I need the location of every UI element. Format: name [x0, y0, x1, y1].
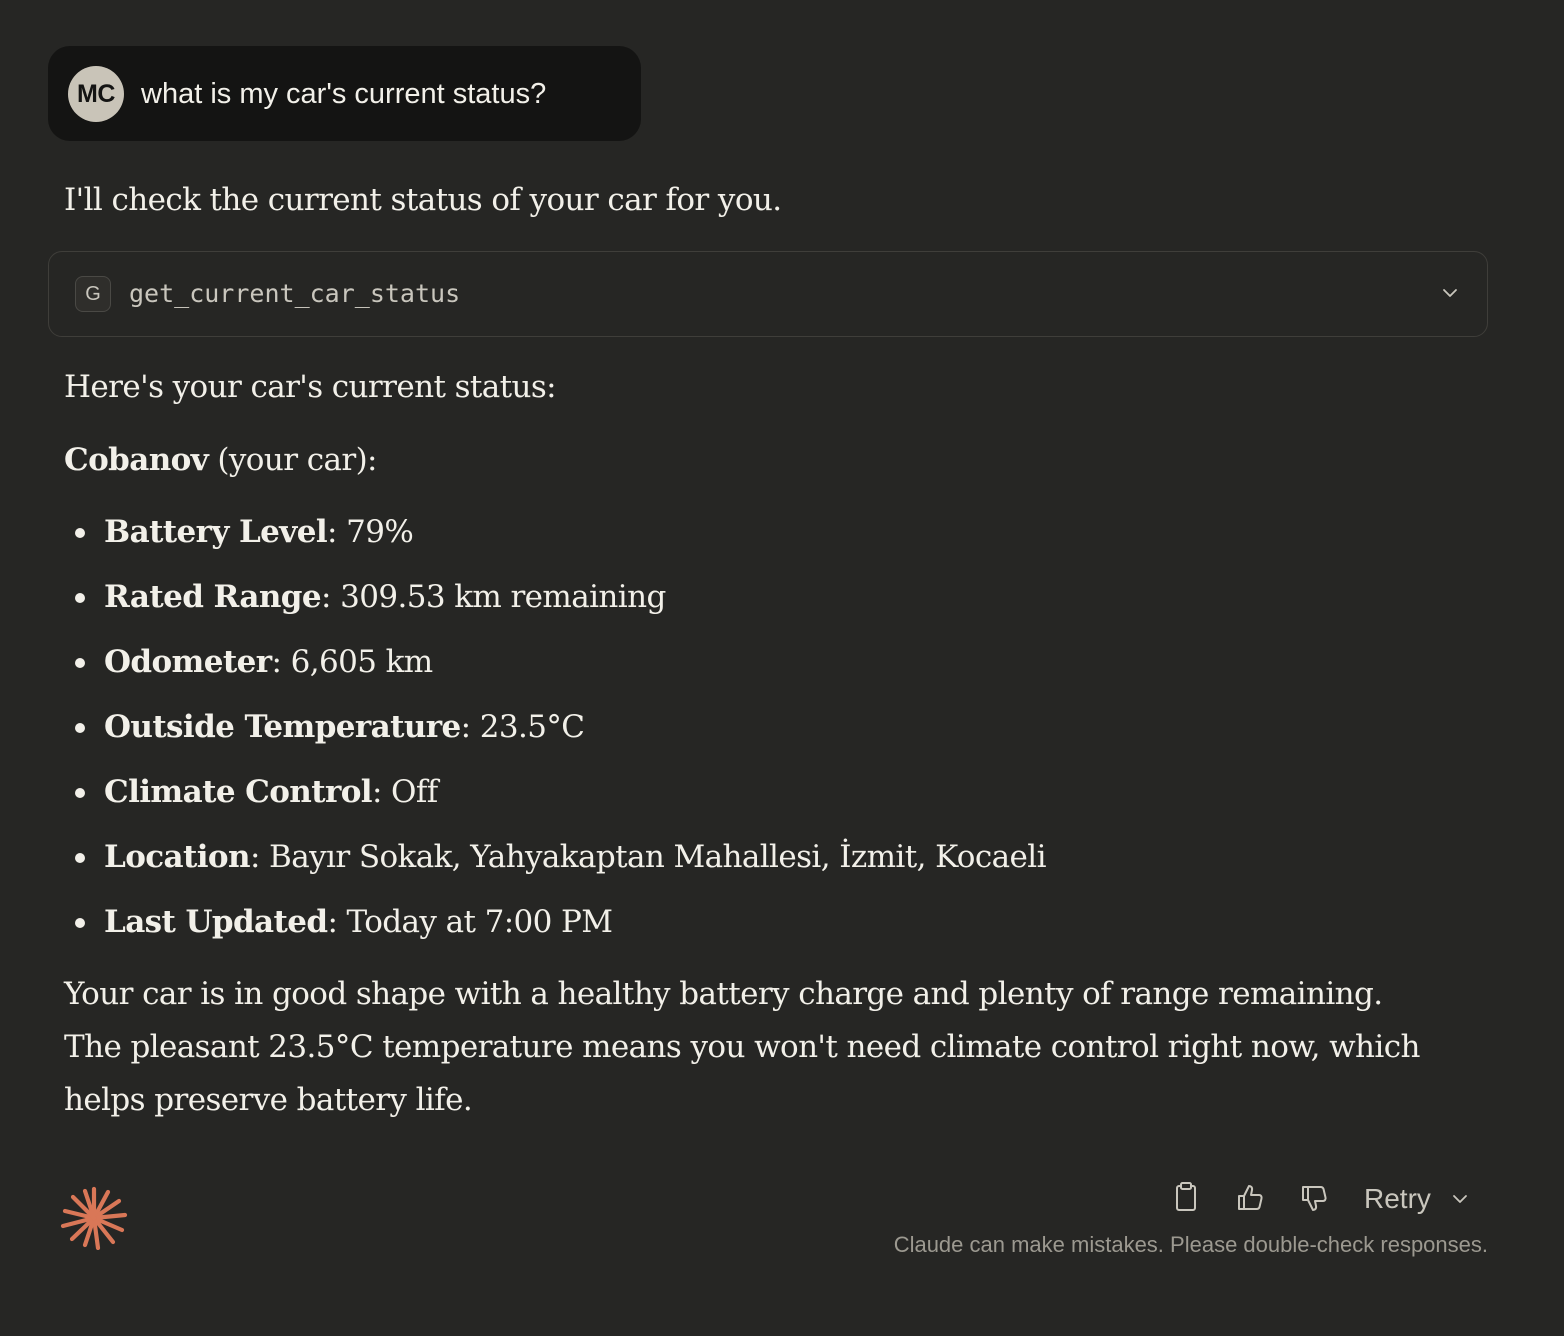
- status-value: : Bayır Sokak, Yahyakaptan Mahallesi, İz…: [249, 839, 1047, 875]
- disclaimer-text: Claude can make mistakes. Please double-…: [893, 1232, 1488, 1257]
- bullet: [75, 788, 85, 798]
- summary-paragraph: Your car is in good shape with a healthy…: [64, 976, 1420, 1118]
- status-label: Rated Range: [104, 579, 322, 615]
- tool-name: get_current_car_status: [129, 279, 461, 308]
- tool-badge: G: [75, 276, 111, 312]
- status-label: Location: [104, 839, 251, 875]
- list-item-text: Location: Bayır Sokak, Yahyakaptan Mahal…: [104, 835, 1046, 879]
- list-item-text: Climate Control: Off: [104, 770, 438, 814]
- clipboard-icon[interactable]: [1166, 1178, 1206, 1218]
- status-value: : Off: [371, 774, 438, 810]
- list-item-text: Rated Range: 309.53 km remaining: [104, 575, 666, 619]
- bullet: [75, 658, 85, 668]
- bullet: [75, 593, 85, 603]
- list-item-text: Battery Level: 79%: [104, 510, 414, 554]
- bullet: [75, 723, 85, 733]
- list-item-text: Outside Temperature: 23.5°C: [104, 705, 585, 749]
- avatar[interactable]: MC: [68, 66, 124, 122]
- status-heading: Here's your car's current status:: [64, 369, 557, 405]
- retry-button[interactable]: Retry: [1364, 1178, 1431, 1218]
- bullet: [75, 918, 85, 928]
- status-value: : 6,605 km: [271, 644, 433, 680]
- status-value: : 309.53 km remaining: [320, 579, 666, 615]
- assistant-intro: I'll check the current status of your ca…: [64, 182, 782, 218]
- status-label: Odometer: [104, 644, 272, 680]
- user-message-text: what is my car's current status?: [141, 78, 547, 110]
- list-item-text: Last Updated: Today at 7:00 PM: [104, 900, 613, 944]
- bullet: [75, 853, 85, 863]
- car-name: Cobanov: [64, 442, 209, 478]
- status-value: : 23.5°C: [460, 709, 585, 745]
- thumbs-down-icon[interactable]: [1294, 1178, 1334, 1218]
- status-label: Battery Level: [104, 514, 328, 550]
- status-value: : Today at 7:00 PM: [327, 904, 613, 940]
- list-item-text: Odometer: 6,605 km: [104, 640, 433, 684]
- bullet: [75, 528, 85, 538]
- status-label: Climate Control: [104, 774, 373, 810]
- claude-sparkle-icon: [60, 1186, 128, 1250]
- retry-label: Retry: [1364, 1183, 1431, 1214]
- status-label: Last Updated: [104, 904, 328, 940]
- thumbs-up-icon[interactable]: [1230, 1178, 1270, 1218]
- car-name-line: Cobanov (your car):: [64, 438, 378, 482]
- status-value: : 79%: [327, 514, 414, 550]
- car-suffix: (your car):: [208, 442, 377, 478]
- user-message-bubble: MC what is my car's current status?: [48, 46, 641, 141]
- chevron-down-icon[interactable]: [1450, 1189, 1470, 1209]
- status-label: Outside Temperature: [104, 709, 461, 745]
- chevron-down-icon[interactable]: [1439, 282, 1461, 304]
- tool-call-panel[interactable]: G get_current_car_status: [48, 251, 1488, 337]
